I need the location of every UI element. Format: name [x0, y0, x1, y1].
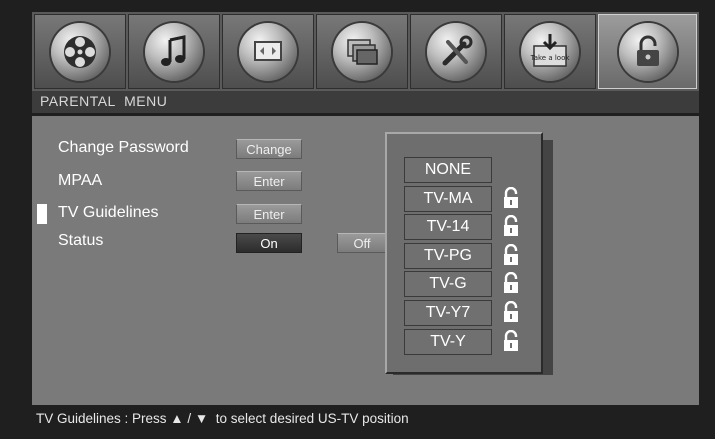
rating-option[interactable]: TV-14 [404, 214, 492, 241]
rating-option[interactable]: TV-PG [404, 242, 492, 269]
tab-picture[interactable] [222, 14, 314, 89]
take-a-look-icon: Take a look [521, 23, 579, 81]
status-on-button[interactable]: On [236, 233, 302, 253]
padlock-icon [619, 23, 677, 81]
status-off-button[interactable]: Off [337, 233, 387, 253]
lock-icon [503, 186, 519, 209]
tab-parental[interactable] [598, 14, 697, 89]
menu-header: PARENTAL MENU [32, 91, 699, 113]
menu-icon-bar: Take a look [32, 12, 699, 91]
settings-panel [32, 116, 699, 405]
display-screen-icon [239, 23, 297, 81]
lock-icon [503, 272, 519, 294]
change-password-button[interactable]: Change [236, 139, 302, 159]
tv-guidelines-enter-button[interactable]: Enter [236, 204, 302, 224]
status-label: Status [58, 232, 104, 249]
movie-reel-icon [51, 23, 109, 81]
footer-hint-bar: TV Guidelines : Press ▲ / ▼ to select de… [32, 407, 699, 433]
lock-icon [503, 243, 519, 266]
tools-icon [427, 23, 485, 81]
rating-option[interactable]: TV-Y [404, 328, 492, 355]
lock-icon [503, 300, 519, 323]
tab-movie[interactable] [34, 14, 126, 89]
page-title: PARENTAL MENU [40, 93, 168, 109]
mpaa-label: MPAA [58, 172, 103, 189]
pictures-icon [333, 23, 391, 81]
tv-menu-frame: Take a look PARENTAL MENU Change Passwor… [0, 0, 715, 439]
rating-option[interactable]: TV-MA [404, 185, 492, 212]
rating-option[interactable]: TV-Y7 [404, 300, 492, 326]
tab-music[interactable] [128, 14, 220, 89]
tab-setup[interactable] [410, 14, 502, 89]
tab-photos[interactable] [316, 14, 408, 89]
rating-option[interactable]: NONE [404, 157, 492, 183]
selection-marker [37, 204, 47, 224]
mpaa-enter-button[interactable]: Enter [236, 171, 302, 191]
tv-guidelines-label: TV Guidelines [58, 204, 159, 221]
lock-icon [503, 215, 519, 237]
music-note-icon [145, 23, 203, 81]
lock-icon [503, 329, 519, 352]
change-password-label: Change Password [58, 139, 189, 156]
tab-take-a-look[interactable]: Take a look [504, 14, 596, 89]
rating-option[interactable]: TV-G [404, 271, 492, 298]
footer-hint: TV Guidelines : Press ▲ / ▼ to select de… [36, 411, 409, 426]
take-a-look-caption: Take a look [530, 54, 571, 62]
